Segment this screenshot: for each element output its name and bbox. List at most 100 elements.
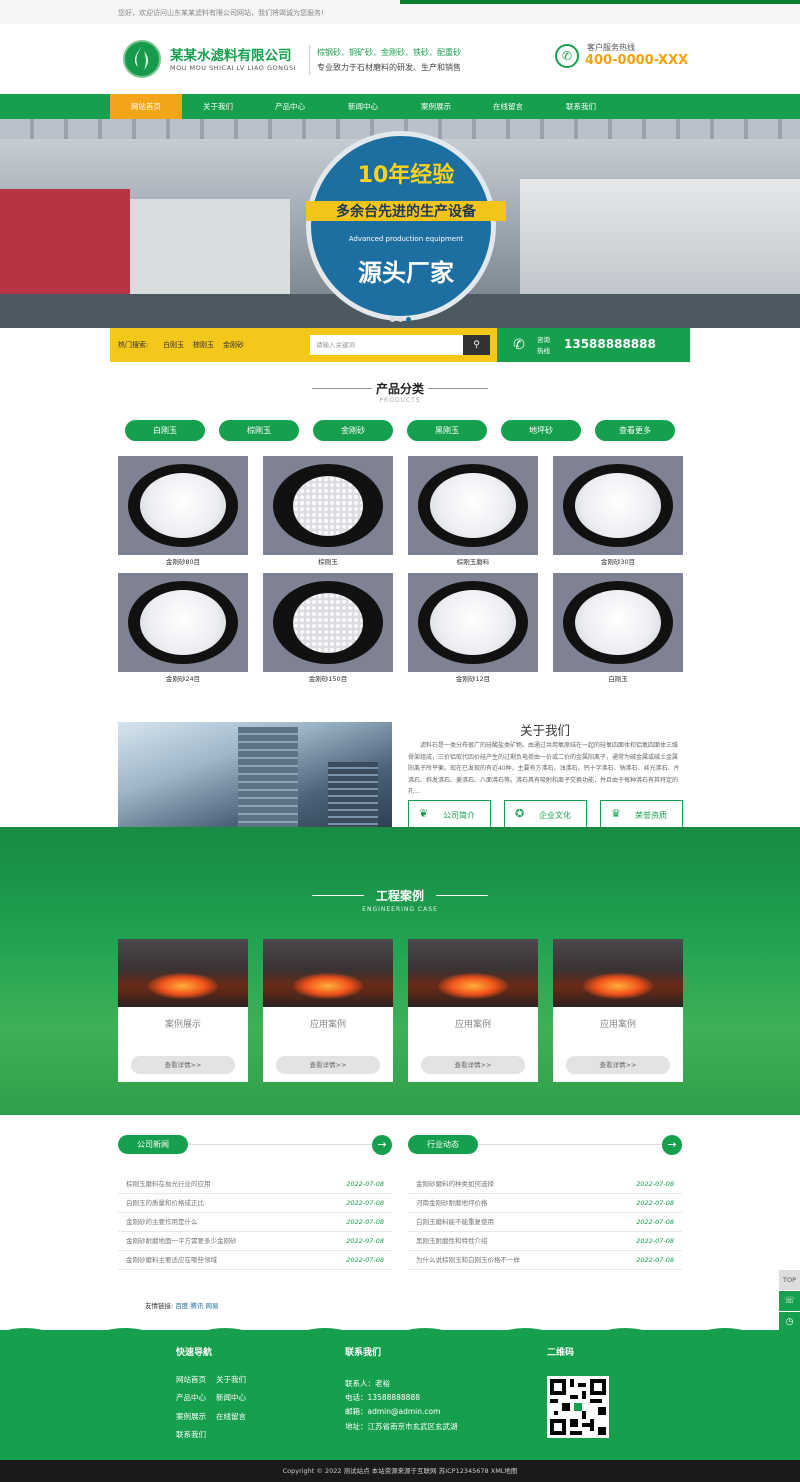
case-details-button[interactable]: 查看详情>>: [421, 1056, 525, 1074]
news-item[interactable]: 白刚玉磨料能不能重复使用 2022-07-08: [408, 1213, 682, 1232]
company-intro-button[interactable]: ❦ 公司简介: [408, 800, 491, 828]
product-image[interactable]: [118, 456, 248, 555]
leaf-icon: ❦: [419, 807, 429, 820]
news-item[interactable]: 河南金刚砂耐磨地坪价格 2022-07-08: [408, 1194, 682, 1213]
hero-banner[interactable]: 10年经验 多余台先进的生产设备 Advanced production equ…: [0, 119, 800, 328]
product-image[interactable]: [118, 573, 248, 672]
company-news-tab[interactable]: 公司新闻: [118, 1135, 188, 1154]
nav-item-products[interactable]: 产品中心: [254, 94, 326, 119]
hot-search-item[interactable]: 金刚砂: [223, 340, 244, 350]
arrow-right-icon[interactable]: →: [662, 1135, 682, 1155]
news-item[interactable]: 金刚砂耐磨地面一平方需要多少金刚砂 2022-07-08: [118, 1232, 392, 1251]
footer-contact-line: 地址：江苏省南京市玄武区玄武湖: [345, 1422, 458, 1431]
case-details-button[interactable]: 查看详情>>: [276, 1056, 380, 1074]
news-date: 2022-07-08: [346, 1218, 384, 1226]
product-caption[interactable]: 金刚砂80目: [118, 556, 248, 566]
news-item[interactable]: 金刚砂磨料的种类如何选择 2022-07-08: [408, 1175, 682, 1194]
cases-subtitle: ENGINEERING CASE: [362, 906, 438, 913]
arrow-right-icon[interactable]: →: [372, 1135, 392, 1155]
footer-nav-link[interactable]: 联系我们: [176, 1429, 206, 1440]
search-icon[interactable]: ⚲: [463, 335, 490, 355]
search-input[interactable]: 请输入关键词: [310, 335, 463, 355]
back-to-top-button[interactable]: TOP: [779, 1270, 800, 1290]
footer-nav-link[interactable]: 关于我们: [216, 1374, 246, 1385]
category-pill[interactable]: 白刚玉: [125, 420, 205, 441]
news-date: 2022-07-08: [636, 1199, 674, 1207]
footer-nav-link[interactable]: 新闻中心: [216, 1392, 246, 1403]
product-image[interactable]: [408, 573, 538, 672]
product-caption[interactable]: 白刚玉: [553, 673, 683, 683]
footer-nav-link[interactable]: 在线留言: [216, 1411, 246, 1422]
hotline-number: 13588888888: [564, 337, 656, 351]
case-card[interactable]: 应用案例 查看详情>>: [553, 939, 683, 1082]
honors-button[interactable]: ♛ 荣誉资质: [600, 800, 683, 828]
nav-item-home[interactable]: 网站首页: [110, 94, 182, 119]
product-image[interactable]: [263, 573, 393, 672]
hot-search-item[interactable]: 白刚玉: [163, 340, 184, 350]
slide-dot-2[interactable]: [398, 317, 403, 322]
product-caption[interactable]: 棕刚玉磨料: [408, 556, 538, 566]
product-image[interactable]: [408, 456, 538, 555]
case-card[interactable]: 应用案例 查看详情>>: [263, 939, 393, 1082]
case-title: 案例展示: [164, 1020, 201, 1030]
nav-item-news[interactable]: 新闻中心: [327, 94, 399, 119]
news-date: 2022-07-08: [636, 1256, 674, 1264]
category-more-pill[interactable]: 查看更多: [595, 420, 675, 441]
product-image[interactable]: [263, 456, 393, 555]
friend-link[interactable]: 百度: [175, 1302, 188, 1310]
banner-line-1: 10年经验: [357, 163, 455, 188]
hot-search-item[interactable]: 棕刚玉: [193, 340, 214, 350]
product-caption[interactable]: 金刚砂30目: [553, 556, 683, 566]
factory-machine-left: [0, 189, 130, 299]
product-caption[interactable]: 棕刚玉: [263, 556, 393, 566]
news-title: 金刚砂的主要作用是什么: [126, 1218, 198, 1226]
category-pill[interactable]: 黑刚玉: [407, 420, 487, 441]
company-name-en: MOU MOU SHICAI LV LIAO GONGSI: [170, 64, 297, 72]
friend-link[interactable]: 网易: [205, 1302, 218, 1310]
news-item[interactable]: 金刚砂的主要作用是什么 2022-07-08: [118, 1213, 392, 1232]
product-image[interactable]: [553, 573, 683, 672]
friend-link[interactable]: 腾讯: [190, 1302, 203, 1310]
corporate-culture-button[interactable]: ✪ 企业文化: [504, 800, 587, 828]
news-item[interactable]: 黑刚玉耐磨性和特性介绍 2022-07-08: [408, 1232, 682, 1251]
product-caption[interactable]: 金刚砂150目: [263, 673, 393, 683]
product-caption[interactable]: 金刚砂12目: [408, 673, 538, 683]
news-item[interactable]: 为什么说棕刚玉和白刚玉价格不一样 2022-07-08: [408, 1251, 682, 1270]
case-details-button[interactable]: 查看详情>>: [566, 1056, 670, 1074]
category-pill[interactable]: 棕刚玉: [219, 420, 299, 441]
footer-nav-link[interactable]: 案例展示: [176, 1411, 206, 1422]
about-text: 滤料石是一类分布很广的硅酸盐类矿物。由通过共用氧原结在一起的硅氧四面体和铝氧四面…: [408, 742, 680, 794]
category-pill[interactable]: 金刚砂: [313, 420, 393, 441]
slide-dot-1[interactable]: [390, 317, 395, 322]
case-card[interactable]: 案例展示 查看详情>>: [118, 939, 248, 1082]
industry-news-tab[interactable]: 行业动态: [408, 1135, 478, 1154]
news-date: 2022-07-08: [346, 1237, 384, 1245]
news-title: 为什么说棕刚玉和白刚玉价格不一样: [416, 1256, 520, 1264]
footer-nav-link[interactable]: 网站首页: [176, 1374, 206, 1385]
case-details-button[interactable]: 查看详情>>: [131, 1056, 235, 1074]
footer-nav-link[interactable]: 产品中心: [176, 1392, 206, 1403]
news-item[interactable]: 棕刚玉磨料在抛光行业的应用 2022-07-08: [118, 1175, 392, 1194]
hotline-label-1: 咨询: [537, 336, 550, 344]
building-tower: [328, 762, 378, 828]
product-line: 棕钢砂、铜矿砂、金刚砂、铁砂、配重砂: [317, 48, 461, 57]
company-name: 某某水滤料有限公司: [170, 48, 292, 64]
nav-item-cases[interactable]: 案例展示: [400, 94, 472, 119]
customer-service-icon[interactable]: ☏: [779, 1291, 800, 1311]
logo-icon[interactable]: [123, 40, 161, 78]
case-image: [263, 939, 393, 1007]
slide-dot-3[interactable]: [406, 317, 411, 322]
nav-item-about[interactable]: 关于我们: [182, 94, 254, 119]
news-item[interactable]: 金刚砂磨料主要适应在哪些领域 2022-07-08: [118, 1251, 392, 1270]
nav-item-message[interactable]: 在线留言: [472, 94, 544, 119]
building-tower: [238, 727, 298, 828]
case-card[interactable]: 应用案例 查看详情>>: [408, 939, 538, 1082]
category-pill[interactable]: 地坪砂: [501, 420, 581, 441]
news-item[interactable]: 白刚玉的质量和价格成正比 2022-07-08: [118, 1194, 392, 1213]
product-caption[interactable]: 金刚砂24目: [118, 673, 248, 683]
product-image[interactable]: [553, 456, 683, 555]
hotline-bar: ✆ 咨询 热线 13588888888: [497, 328, 690, 362]
nav-item-contact[interactable]: 联系我们: [545, 94, 617, 119]
forest-background: [0, 827, 800, 937]
friend-links-label: 友情链接:: [145, 1302, 174, 1310]
